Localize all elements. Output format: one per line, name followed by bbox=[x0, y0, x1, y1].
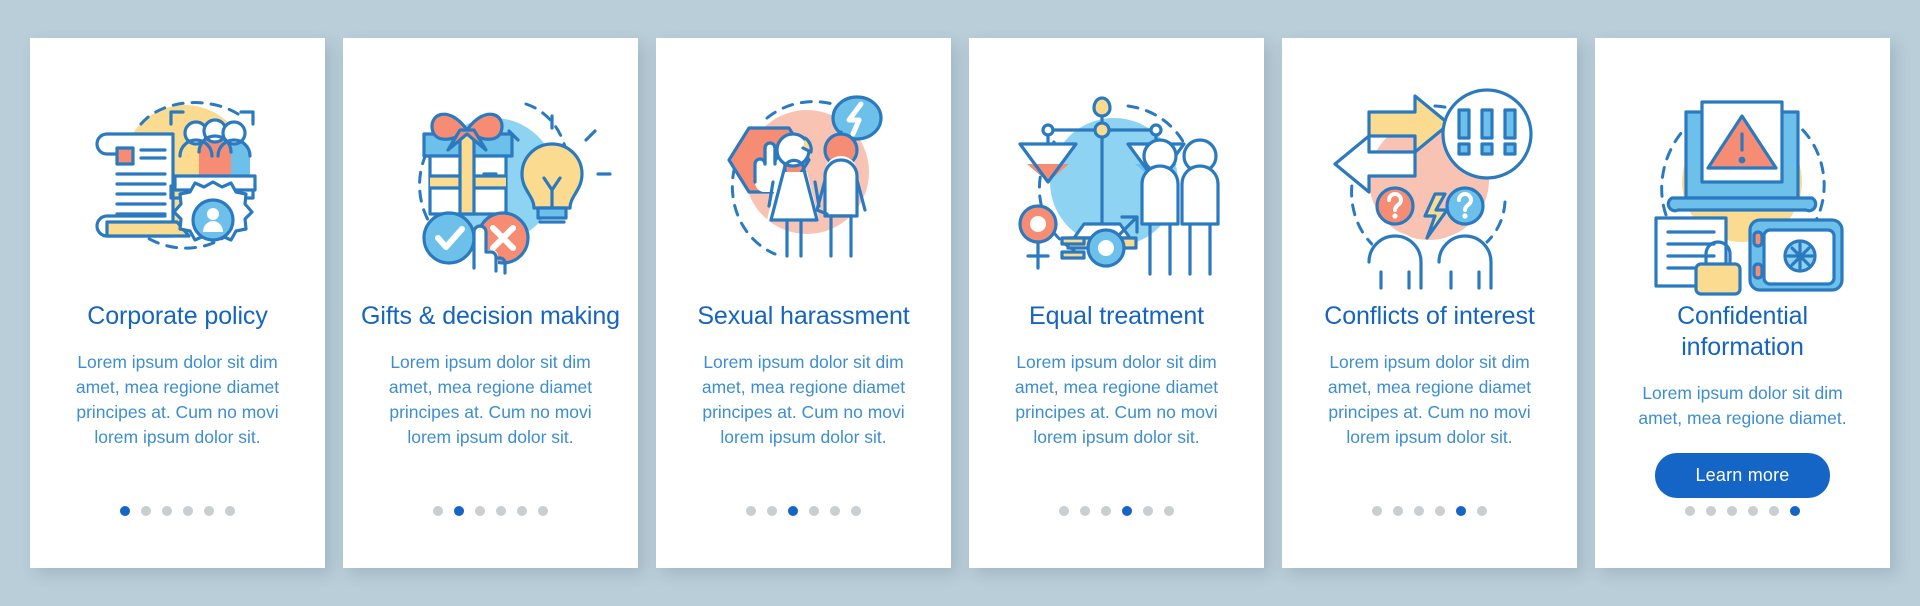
pagination-dots[interactable] bbox=[343, 506, 638, 516]
pagination-dots[interactable] bbox=[1282, 506, 1577, 516]
pagination-dot[interactable] bbox=[1080, 506, 1090, 516]
card-title: Equal treatment bbox=[1029, 302, 1204, 330]
pagination-dots[interactable] bbox=[969, 506, 1264, 516]
pagination-dot[interactable] bbox=[517, 506, 527, 516]
pagination-dot[interactable] bbox=[1414, 506, 1424, 516]
confidential-information-illustration bbox=[1628, 72, 1858, 296]
card-title: Gifts & decision making bbox=[361, 302, 620, 330]
pagination-dot[interactable] bbox=[1456, 506, 1466, 516]
pagination-dot[interactable] bbox=[1393, 506, 1403, 516]
pagination-dot[interactable] bbox=[1727, 506, 1737, 516]
conflicts-of-interest-illustration bbox=[1315, 72, 1545, 290]
pagination-dot[interactable] bbox=[538, 506, 548, 516]
card-body: Lorem ipsum dolor sit dim amet, mea regi… bbox=[1327, 352, 1532, 447]
learn-more-button[interactable]: Learn more bbox=[1655, 453, 1830, 498]
card-body: Lorem ipsum dolor sit dim amet, mea regi… bbox=[701, 352, 906, 447]
onboarding-screens-deck: Corporate policy Lorem ipsum dolor sit d… bbox=[30, 38, 1890, 568]
pagination-dots[interactable] bbox=[1595, 506, 1890, 516]
pagination-dot[interactable] bbox=[1790, 506, 1800, 516]
card-body: Lorem ipsum dolor sit dim amet, mea regi… bbox=[1638, 383, 1847, 428]
pagination-dot[interactable] bbox=[475, 506, 485, 516]
card-title: Conflicts of interest bbox=[1324, 302, 1535, 330]
onboarding-card-gifts-decision-making[interactable]: Gifts & decision making Lorem ipsum dolo… bbox=[343, 38, 638, 568]
pagination-dot[interactable] bbox=[830, 506, 840, 516]
pagination-dot[interactable] bbox=[1477, 506, 1487, 516]
pagination-dot[interactable] bbox=[1122, 506, 1132, 516]
card-body: Lorem ipsum dolor sit dim amet, mea regi… bbox=[388, 352, 593, 447]
equal-treatment-illustration bbox=[1002, 72, 1232, 287]
pagination-dot[interactable] bbox=[1101, 506, 1111, 516]
pagination-dot[interactable] bbox=[851, 506, 861, 516]
pagination-dot[interactable] bbox=[746, 506, 756, 516]
corporate-policy-illustration bbox=[63, 72, 293, 287]
card-body: Lorem ipsum dolor sit dim amet, mea regi… bbox=[1014, 352, 1219, 447]
pagination-dot[interactable] bbox=[767, 506, 777, 516]
gifts-decision-making-illustration bbox=[376, 72, 612, 287]
pagination-dot[interactable] bbox=[809, 506, 819, 516]
pagination-dots[interactable] bbox=[656, 506, 951, 516]
onboarding-card-equal-treatment[interactable]: Equal treatment Lorem ipsum dolor sit di… bbox=[969, 38, 1264, 568]
pagination-dot[interactable] bbox=[1769, 506, 1779, 516]
pagination-dots[interactable] bbox=[30, 506, 325, 516]
pagination-dot[interactable] bbox=[225, 506, 235, 516]
pagination-dot[interactable] bbox=[1143, 506, 1153, 516]
onboarding-card-sexual-harassment[interactable]: Sexual harassment Lorem ipsum dolor sit … bbox=[656, 38, 951, 568]
pagination-dot[interactable] bbox=[1059, 506, 1069, 516]
card-title: Confidential information bbox=[1677, 302, 1808, 361]
onboarding-card-conflicts-of-interest[interactable]: Conflicts of interest Lorem ipsum dolor … bbox=[1282, 38, 1577, 568]
card-body: Lorem ipsum dolor sit dim amet, mea regi… bbox=[75, 352, 280, 447]
pagination-dot[interactable] bbox=[204, 506, 214, 516]
pagination-dot[interactable] bbox=[1706, 506, 1716, 516]
pagination-dot[interactable] bbox=[162, 506, 172, 516]
pagination-dot[interactable] bbox=[1164, 506, 1174, 516]
pagination-dot[interactable] bbox=[183, 506, 193, 516]
pagination-dot[interactable] bbox=[454, 506, 464, 516]
pagination-dot[interactable] bbox=[433, 506, 443, 516]
onboarding-card-confidential-information[interactable]: Confidential information Lorem ipsum dol… bbox=[1595, 38, 1890, 568]
pagination-dot[interactable] bbox=[788, 506, 798, 516]
onboarding-card-corporate-policy[interactable]: Corporate policy Lorem ipsum dolor sit d… bbox=[30, 38, 325, 568]
pagination-dot[interactable] bbox=[1748, 506, 1758, 516]
pagination-dot[interactable] bbox=[120, 506, 130, 516]
card-title: Sexual harassment bbox=[697, 302, 910, 330]
pagination-dot[interactable] bbox=[496, 506, 506, 516]
pagination-dot[interactable] bbox=[1435, 506, 1445, 516]
pagination-dot[interactable] bbox=[141, 506, 151, 516]
pagination-dot[interactable] bbox=[1372, 506, 1382, 516]
card-title: Corporate policy bbox=[87, 302, 268, 330]
pagination-dot[interactable] bbox=[1685, 506, 1695, 516]
sexual-harassment-illustration bbox=[689, 72, 919, 287]
